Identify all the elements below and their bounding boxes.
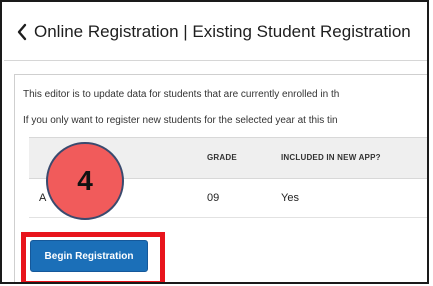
begin-registration-button[interactable]: Begin Registration	[30, 240, 148, 272]
page-title: Online Registration | Existing Student R…	[34, 22, 411, 41]
student-grade-cell: 09	[207, 192, 220, 204]
column-header-included: INCLUDED IN NEW APP?	[281, 153, 381, 162]
info-text-current-students: This editor is to update data for studen…	[23, 89, 340, 100]
info-text-new-students: If you only want to register new student…	[23, 115, 338, 126]
app-window: Online Registration | Existing Student R…	[0, 0, 429, 284]
student-included-cell: Yes	[281, 192, 299, 204]
column-header-grade: GRADE	[207, 153, 237, 162]
chevron-left-icon[interactable]	[16, 23, 28, 41]
step-number-badge: 4	[46, 142, 124, 220]
page-header: Online Registration | Existing Student R…	[4, 4, 427, 61]
